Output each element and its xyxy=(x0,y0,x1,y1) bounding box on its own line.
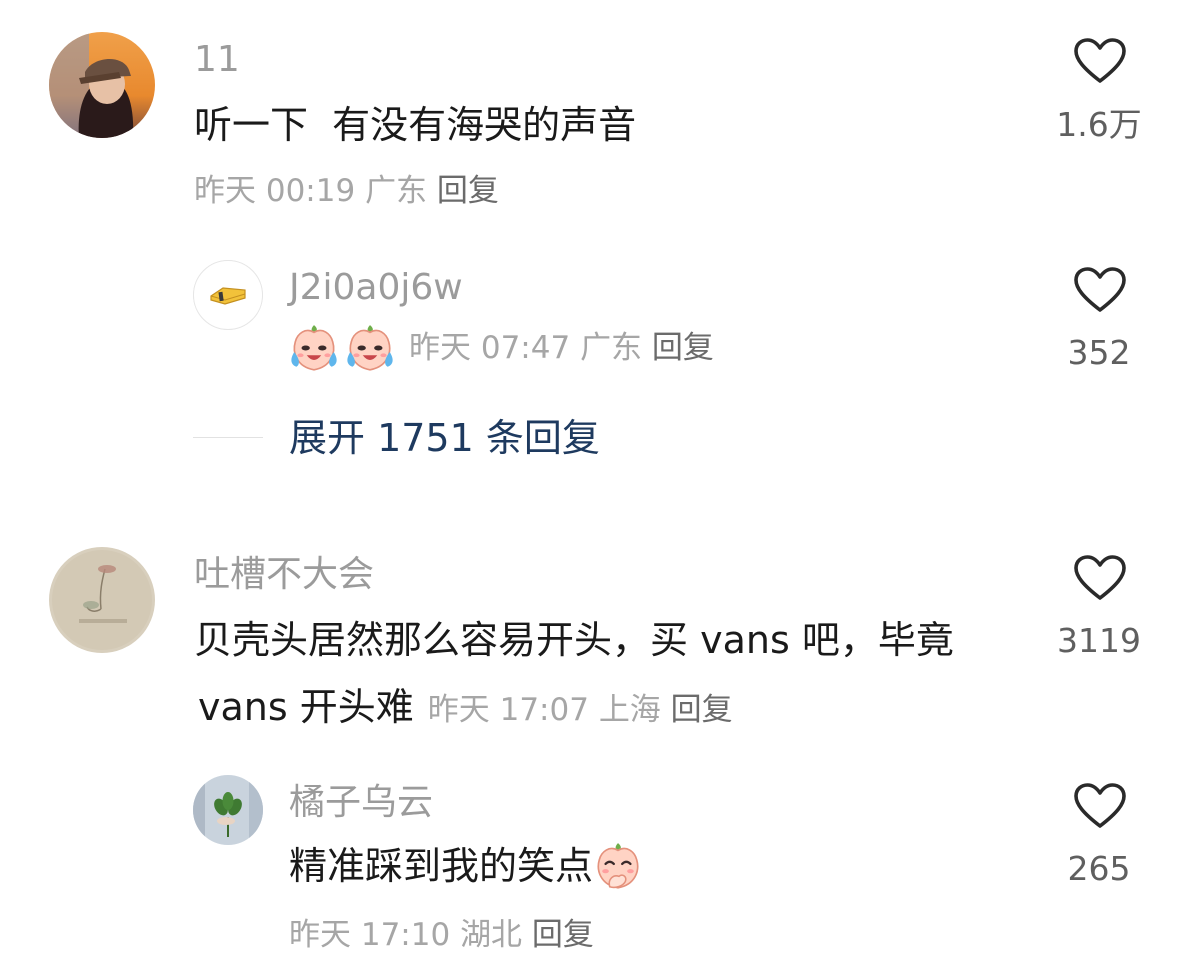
reply-button[interactable]: 回复 xyxy=(671,692,733,728)
reply-content-row: 精准踩到我的笑点 xyxy=(289,838,645,894)
comment-meta: 昨天 00:19 广东 回复 xyxy=(194,176,499,207)
like-count: 352 xyxy=(1067,333,1131,372)
reply-button[interactable]: 回复 xyxy=(652,330,714,366)
laughing-peach-emoji-icon xyxy=(591,839,645,893)
reply-username[interactable]: 橘子乌云 xyxy=(289,785,433,821)
comment-meta: 昨天 17:07 上海 回复 xyxy=(428,695,733,726)
reply-time: 昨天 07:47 xyxy=(409,329,571,366)
reply-text[interactable]: 精准踩到我的笑点 xyxy=(289,847,593,885)
crying-peach-emoji-icon xyxy=(343,321,397,375)
comment-username[interactable]: 吐槽不大会 xyxy=(194,557,374,593)
heart-outline-icon xyxy=(1073,266,1127,314)
reply-location: 广东 xyxy=(580,329,643,366)
heart-outline-icon xyxy=(1073,37,1127,85)
avatar-image xyxy=(193,260,263,330)
comment-time: 昨天 00:19 xyxy=(194,173,356,209)
like-count: 1.6万 xyxy=(1056,105,1142,144)
avatar[interactable] xyxy=(193,775,263,845)
reply-button[interactable]: 回复 xyxy=(437,173,499,209)
comment-time: 昨天 17:07 xyxy=(427,692,589,728)
avatar-image xyxy=(49,547,155,653)
comment-text-line-1[interactable]: 贝壳头居然那么容易开头，买 vans 吧，毕竟 xyxy=(194,621,954,659)
like-count: 3119 xyxy=(1057,621,1141,660)
avatar[interactable] xyxy=(193,260,263,330)
heart-outline-icon xyxy=(1073,554,1127,602)
avatar-image xyxy=(49,32,155,138)
like-button[interactable] xyxy=(1073,37,1127,89)
avatar[interactable] xyxy=(49,32,155,138)
like-button[interactable] xyxy=(1073,266,1127,318)
comment-text[interactable]: 听一下 有没有海哭的声音 xyxy=(194,106,636,144)
expand-replies-link[interactable]: 展开 1751 条回复 xyxy=(289,419,600,457)
comment-location: 上海 xyxy=(598,692,661,728)
avatar-image xyxy=(193,775,263,845)
reply-meta: 昨天 07:47 广东 回复 xyxy=(409,329,714,366)
crying-peach-emoji-icon xyxy=(287,321,341,375)
heart-outline-icon xyxy=(1073,782,1127,830)
reply-meta: 昨天 17:10 湖北 回复 xyxy=(289,920,594,951)
comment-text-line-2[interactable]: vans 开头难 xyxy=(198,688,414,726)
like-button[interactable] xyxy=(1073,782,1127,834)
reply-location: 湖北 xyxy=(460,917,523,953)
comment-username[interactable]: 11 xyxy=(194,42,240,78)
expand-divider xyxy=(193,437,263,438)
reply-content-row: 昨天 07:47 广东 回复 xyxy=(287,320,714,376)
like-button[interactable] xyxy=(1073,554,1127,606)
reply-button[interactable]: 回复 xyxy=(532,917,594,953)
reply-time: 昨天 17:10 xyxy=(289,917,451,953)
comment-text-line-2-row: vans 开头难 昨天 17:07 上海 回复 xyxy=(198,688,733,726)
comment-location: 广东 xyxy=(365,173,428,209)
reply-username[interactable]: J2i0a0j6w xyxy=(289,270,463,306)
like-count: 265 xyxy=(1067,849,1131,888)
avatar[interactable] xyxy=(49,547,155,653)
